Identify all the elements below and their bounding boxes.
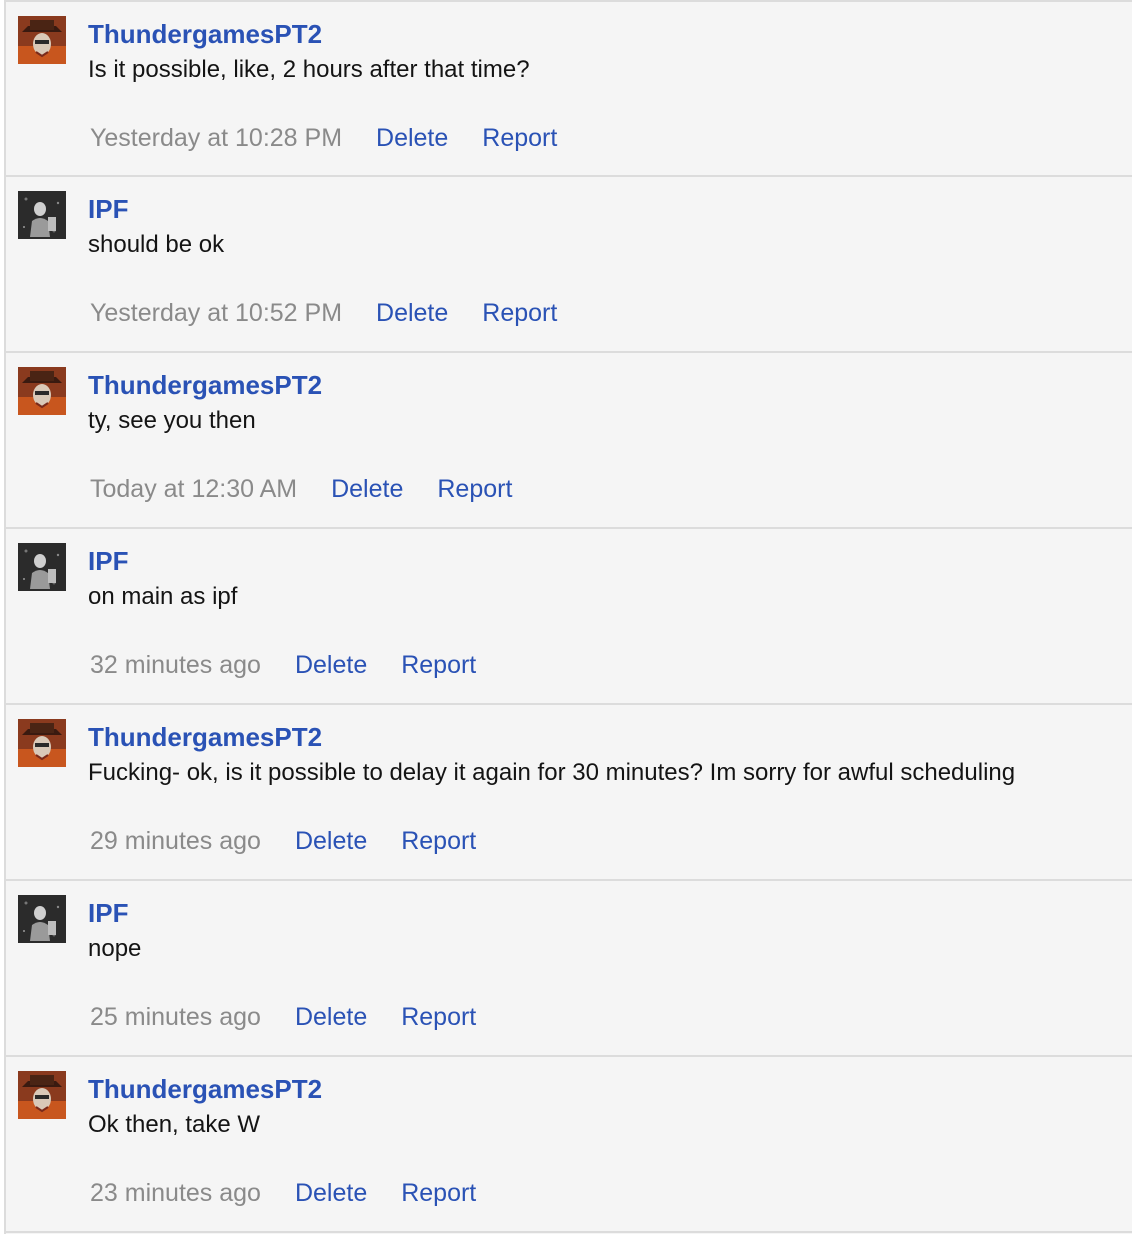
report-link[interactable]: Report — [482, 124, 557, 153]
message-author[interactable]: IPF — [88, 898, 128, 929]
message-text: Ok then, take W — [88, 1111, 261, 1138]
message-text: should be ok — [88, 231, 225, 258]
dark-avatar-icon[interactable] — [18, 191, 66, 239]
message-author[interactable]: ThundergamesPT2 — [88, 19, 322, 50]
message-item: IPF nope 25 minutes ago Delete Report — [6, 881, 1132, 1057]
delete-link[interactable]: Delete — [295, 827, 367, 856]
dark-avatar-icon[interactable] — [18, 543, 66, 591]
message-item: IPF should be ok Yesterday at 10:52 PM D… — [6, 177, 1132, 353]
delete-link[interactable]: Delete — [376, 299, 448, 328]
report-link[interactable]: Report — [401, 651, 476, 680]
message-text: nope — [88, 935, 142, 962]
message-author[interactable]: IPF — [88, 546, 128, 577]
message-timestamp: Yesterday at 10:52 PM — [90, 299, 343, 327]
message-author[interactable]: ThundergamesPT2 — [88, 370, 322, 401]
delete-link[interactable]: Delete — [376, 124, 448, 153]
hat-avatar-icon[interactable] — [18, 719, 66, 767]
report-link[interactable]: Report — [482, 299, 557, 328]
message-meta: 32 minutes ago Delete Report — [90, 651, 510, 680]
message-timestamp: 32 minutes ago — [90, 651, 261, 679]
message-item: IPF on main as ipf 32 minutes ago Delete… — [6, 529, 1132, 705]
message-timestamp: Today at 12:30 AM — [90, 475, 298, 503]
delete-link[interactable]: Delete — [295, 1179, 367, 1208]
message-item: ThundergamesPT2 ty, see you then Today a… — [6, 353, 1132, 529]
message-timestamp: Yesterday at 10:28 PM — [90, 124, 343, 152]
message-text: Fucking- ok, is it possible to delay it … — [88, 759, 1016, 786]
delete-link[interactable]: Delete — [295, 651, 367, 680]
message-meta: Today at 12:30 AM Delete Report — [90, 475, 546, 504]
message-timestamp: 29 minutes ago — [90, 827, 261, 855]
message-timestamp: 23 minutes ago — [90, 1179, 261, 1207]
message-meta: 23 minutes ago Delete Report — [90, 1179, 510, 1208]
report-link[interactable]: Report — [437, 475, 512, 504]
message-author[interactable]: ThundergamesPT2 — [88, 1074, 322, 1105]
report-link[interactable]: Report — [401, 1003, 476, 1032]
message-author[interactable]: ThundergamesPT2 — [88, 722, 322, 753]
dark-avatar-icon[interactable] — [18, 895, 66, 943]
message-meta: 29 minutes ago Delete Report — [90, 827, 510, 856]
delete-link[interactable]: Delete — [295, 1003, 367, 1032]
message-author[interactable]: IPF — [88, 194, 128, 225]
message-meta: Yesterday at 10:28 PM Delete Report — [90, 124, 591, 153]
hat-avatar-icon[interactable] — [18, 1071, 66, 1119]
message-item: ThundergamesPT2 Is it possible, like, 2 … — [6, 0, 1132, 177]
message-meta: Yesterday at 10:52 PM Delete Report — [90, 299, 591, 328]
report-link[interactable]: Report — [401, 1179, 476, 1208]
report-link[interactable]: Report — [401, 827, 476, 856]
message-item: ThundergamesPT2 Fucking- ok, is it possi… — [6, 705, 1132, 881]
message-item: ThundergamesPT2 Ok then, take W 23 minut… — [6, 1057, 1132, 1233]
message-meta: 25 minutes ago Delete Report — [90, 1003, 510, 1032]
hat-avatar-icon[interactable] — [18, 367, 66, 415]
message-thread: ThundergamesPT2 Is it possible, like, 2 … — [4, 0, 1132, 1234]
message-text: ty, see you then — [88, 407, 256, 434]
message-text: on main as ipf — [88, 583, 238, 610]
delete-link[interactable]: Delete — [331, 475, 403, 504]
message-timestamp: 25 minutes ago — [90, 1003, 261, 1031]
hat-avatar-icon[interactable] — [18, 16, 66, 64]
message-text: Is it possible, like, 2 hours after that… — [88, 56, 530, 83]
